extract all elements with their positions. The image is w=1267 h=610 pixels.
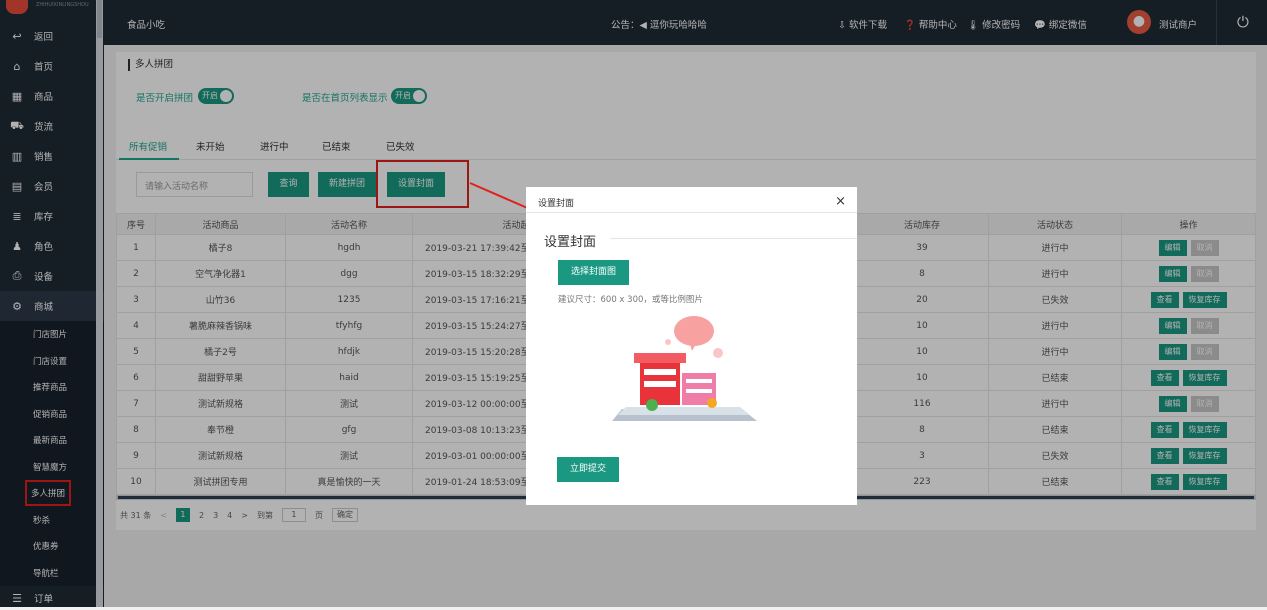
section-divider [610, 238, 857, 239]
shop-illustration [612, 316, 757, 421]
submit-button[interactable]: 立即提交 [557, 457, 619, 482]
dialog-section-title: 设置封面 [544, 235, 597, 250]
select-cover-button[interactable]: 选择封面图 [558, 260, 629, 285]
set-cover-dialog: 设置封面 × 设置封面 选择封面图 建议尺寸：600 x 300，或等比例图片 … [526, 187, 857, 505]
close-icon[interactable]: × [835, 194, 846, 209]
dialog-header: 设置封面 [526, 187, 857, 213]
size-hint: 建议尺寸：600 x 300，或等比例图片 [558, 295, 703, 305]
